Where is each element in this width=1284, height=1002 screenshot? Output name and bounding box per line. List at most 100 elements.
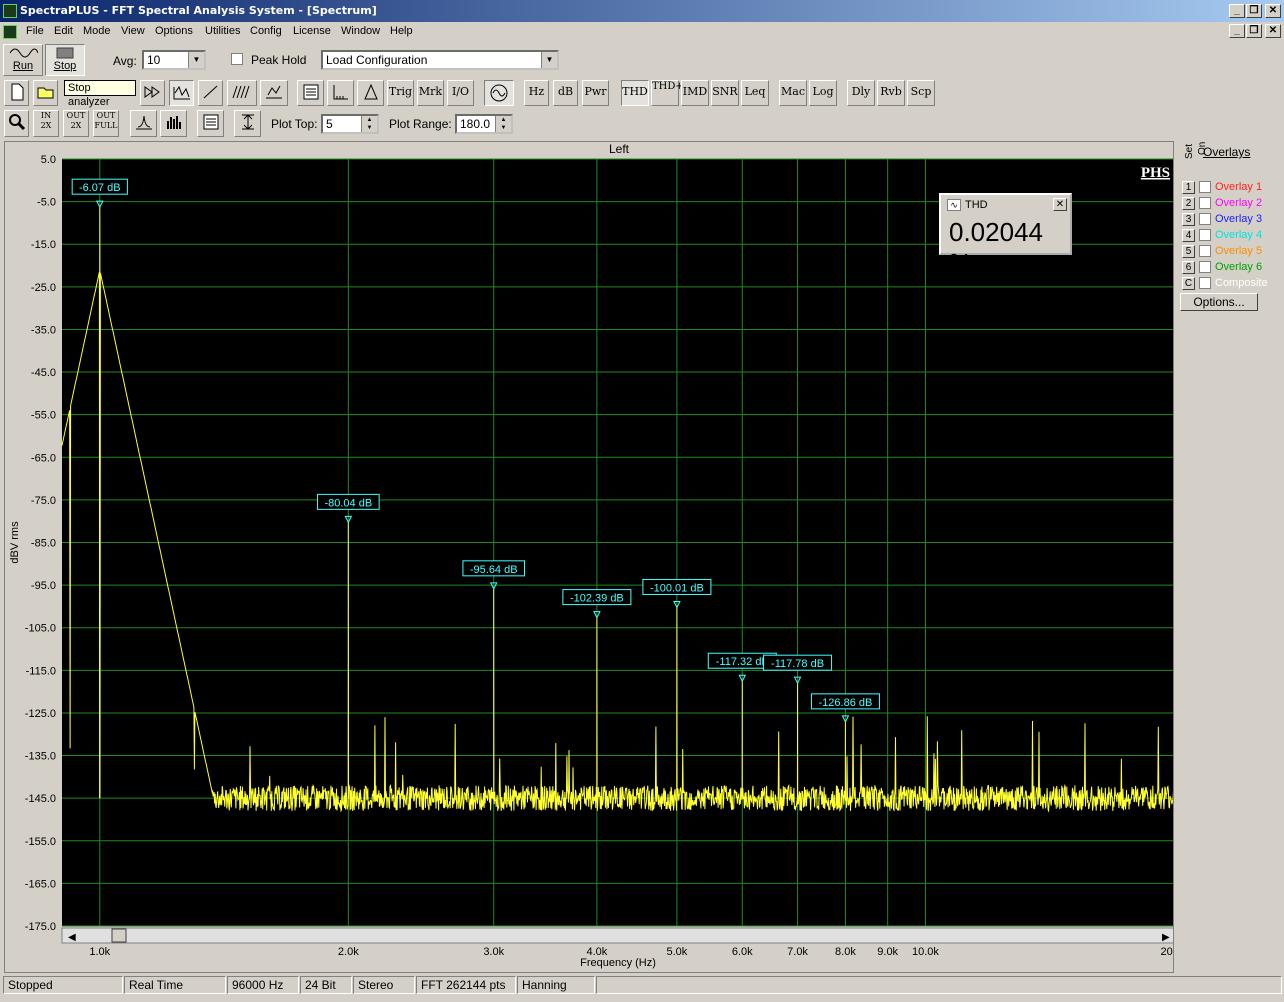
overlay-checkbox[interactable] (1199, 181, 1211, 193)
overlay-checkbox[interactable] (1199, 197, 1211, 209)
3d-surface-button[interactable] (227, 80, 257, 106)
log-button[interactable]: Log (809, 80, 837, 106)
overlays-header: Overlays (1203, 145, 1251, 159)
stop-button[interactable]: Stop (45, 44, 85, 76)
window-title: SpectraPLUS - FFT Spectral Analysis Syst… (20, 4, 377, 17)
overlay-set-button[interactable]: 2 (1182, 197, 1195, 210)
list-button[interactable] (297, 80, 324, 106)
y-tick-label: -75.0 (31, 495, 56, 507)
set-label: Set (1184, 143, 1195, 159)
line-plot-button[interactable] (130, 110, 157, 137)
spinner-icon[interactable]: ▲ ▼ (361, 116, 377, 132)
imd-button[interactable]: IMD (681, 80, 709, 106)
menu-help[interactable]: Help (390, 25, 413, 37)
overlay-set-button[interactable]: 6 (1182, 261, 1195, 274)
rvb-button[interactable]: Rvb (877, 80, 905, 106)
peak-label: -80.04 dB (324, 497, 372, 509)
overlay-checkbox[interactable] (1199, 229, 1211, 241)
overlay-set-button[interactable]: 5 (1182, 245, 1195, 258)
hz-button[interactable]: Hz (524, 80, 549, 106)
menu-options[interactable]: Options (155, 25, 193, 37)
doc-close-button[interactable]: ✕ (1265, 24, 1281, 38)
zoom-out-full-button[interactable]: OUT FULL (93, 110, 119, 137)
scroll-right-icon: ▶ (1162, 932, 1170, 943)
y-tick-label: -125.0 (25, 708, 56, 720)
y-tick-label: -95.0 (31, 580, 56, 592)
menu-file[interactable]: File (26, 25, 44, 37)
stop-icon (56, 47, 74, 59)
doc-minimize-button[interactable]: _ (1229, 24, 1245, 38)
doc-restore-button[interactable]: ❐ (1246, 24, 1262, 38)
scale-button[interactable] (327, 80, 354, 106)
plot-top-input[interactable]: 5 ▲ ▼ (321, 114, 379, 134)
x-tick-label: 6.0k (732, 946, 753, 958)
overlay-set-button[interactable]: 1 (1182, 181, 1195, 194)
overlay-set-button[interactable]: 4 (1182, 229, 1195, 242)
fast-forward-button[interactable] (140, 80, 165, 106)
zoom-out-2x-button[interactable]: OUT 2X (63, 110, 89, 137)
menu-license[interactable]: License (293, 25, 331, 37)
thd-button[interactable]: THD (621, 80, 649, 106)
overlay-options-button[interactable]: Options... (1180, 293, 1258, 311)
io-button[interactable]: I/O (447, 80, 474, 106)
y-tick-label: -145.0 (25, 793, 56, 805)
new-file-button[interactable] (4, 80, 29, 106)
line-peak-icon (135, 115, 152, 130)
list-icon (303, 84, 318, 100)
overlay-checkbox[interactable] (1199, 245, 1211, 257)
peak-hold-checkbox[interactable] (231, 53, 243, 65)
overlay-set-button[interactable]: C (1182, 277, 1195, 290)
overlay-checkbox[interactable] (1199, 213, 1211, 225)
peak-label: -117.32 dB (716, 656, 769, 668)
app-icon (3, 4, 17, 18)
properties-button[interactable] (197, 110, 224, 137)
menu-view[interactable]: View (121, 25, 145, 37)
db-button[interactable]: dB (553, 80, 578, 106)
plot-top-label: Plot Top: (271, 117, 318, 131)
spectrogram-button[interactable] (260, 80, 288, 106)
menu-window[interactable]: Window (341, 25, 380, 37)
minimize-button[interactable]: _ (1229, 4, 1245, 18)
leq-button[interactable]: Leq (741, 80, 769, 106)
signal-generator-button[interactable] (484, 80, 514, 106)
menu-config[interactable]: Config (250, 25, 282, 37)
mrk-button[interactable]: Mrk (417, 80, 444, 106)
close-icon[interactable]: ✕ (1053, 198, 1067, 211)
menu-mode[interactable]: Mode (83, 25, 111, 37)
thd-readout-window[interactable]: ∿ THD ✕ 0.02044 % (939, 193, 1072, 278)
run-button[interactable]: Run (3, 44, 43, 76)
close-button[interactable]: ✕ (1265, 4, 1281, 18)
load-configuration-select[interactable]: Load Configuration ▼ (321, 50, 559, 70)
snr-button[interactable]: SNR (711, 80, 739, 106)
spectrum-view-button[interactable] (169, 80, 194, 106)
overlay-label: Overlay 4 (1215, 229, 1263, 241)
menu-utilities[interactable]: Utilities (205, 25, 240, 37)
thd-n-button[interactable]: THD+N (651, 80, 693, 106)
autoscale-button[interactable] (234, 110, 261, 137)
zoom-button[interactable] (4, 110, 29, 137)
overlay-checkbox[interactable] (1199, 261, 1211, 273)
menu-edit[interactable]: Edit (54, 25, 73, 37)
fast-forward-icon (144, 86, 160, 98)
overlay-row: 4 Overlay 4 (1178, 228, 1282, 244)
open-file-button[interactable] (33, 80, 58, 106)
bar-plot-button[interactable] (160, 110, 187, 137)
scp-button[interactable]: Scp (907, 80, 935, 106)
plot-range-input[interactable]: 180.0 ▲ ▼ (455, 114, 513, 134)
x-tick-label: 1.0k (89, 946, 110, 958)
zoom-in-2x-button[interactable]: IN 2X (33, 110, 59, 137)
pwr-button[interactable]: Pwr (582, 80, 609, 106)
trig-button[interactable]: Trig (387, 80, 414, 106)
scroll-left-icon: ◀ (68, 932, 76, 943)
dly-button[interactable]: Dly (847, 80, 875, 106)
y-tick-label: -65.0 (31, 452, 56, 464)
time-series-button[interactable] (198, 80, 223, 106)
avg-select[interactable]: 10 ▼ (142, 50, 206, 70)
restore-button[interactable]: ❐ (1246, 4, 1262, 18)
cursor-button[interactable] (357, 80, 384, 106)
mac-button[interactable]: Mac (779, 80, 807, 106)
y-tick-label: -155.0 (25, 836, 56, 848)
spinner-icon[interactable]: ▲ ▼ (495, 116, 511, 132)
overlay-set-button[interactable]: 3 (1182, 213, 1195, 226)
overlay-checkbox[interactable] (1199, 277, 1211, 289)
